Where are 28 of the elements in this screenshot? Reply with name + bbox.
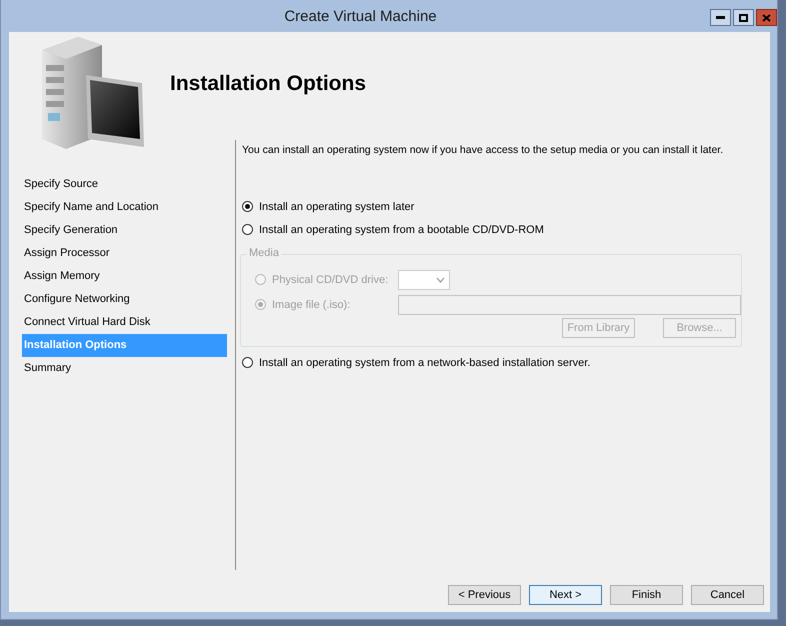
radio-button[interactable] [242,201,253,212]
cancel-button[interactable]: Cancel [691,585,764,605]
minimize-icon[interactable] [710,9,731,26]
close-icon[interactable] [756,9,777,26]
option-label: Physical CD/DVD drive: [272,274,388,286]
page-title: Installation Options [170,72,366,96]
radio-button[interactable] [242,357,253,368]
wizard-step[interactable]: Configure Networking [22,288,227,311]
window-title: Create Virtual Machine [283,8,438,24]
wizard-step[interactable]: Assign Memory [22,265,227,288]
radio-button[interactable] [242,224,253,235]
option-label: Install an operating system later [259,200,414,212]
wizard-step[interactable]: Summary [22,357,227,380]
wizard-step[interactable]: Specify Generation [22,219,227,242]
wizard-step[interactable]: Assign Processor [22,242,227,265]
previous-button[interactable]: < Previous [448,585,521,605]
chevron-icon [436,276,445,282]
option-label: Image file (.iso): [272,298,350,310]
option-label: Install an operating system from a network-based installation server. [259,356,590,368]
next-button[interactable]: Next > [529,585,602,605]
finish-button[interactable]: Finish [610,585,683,605]
maximize-icon[interactable] [733,9,754,26]
group-label: Media [247,247,281,259]
wizard-step[interactable]: Specify Name and Location [22,196,227,219]
description-text: You can install an operating system now if you have access to the setup media or you can install it later. [242,143,724,157]
option-label: Install an operating system from a bootable CD/DVD-ROM [259,224,544,236]
wizard-step[interactable]: Connect Virtual Hard Disk [22,311,227,334]
wizard-step[interactable]: Specify Source [22,173,227,196]
